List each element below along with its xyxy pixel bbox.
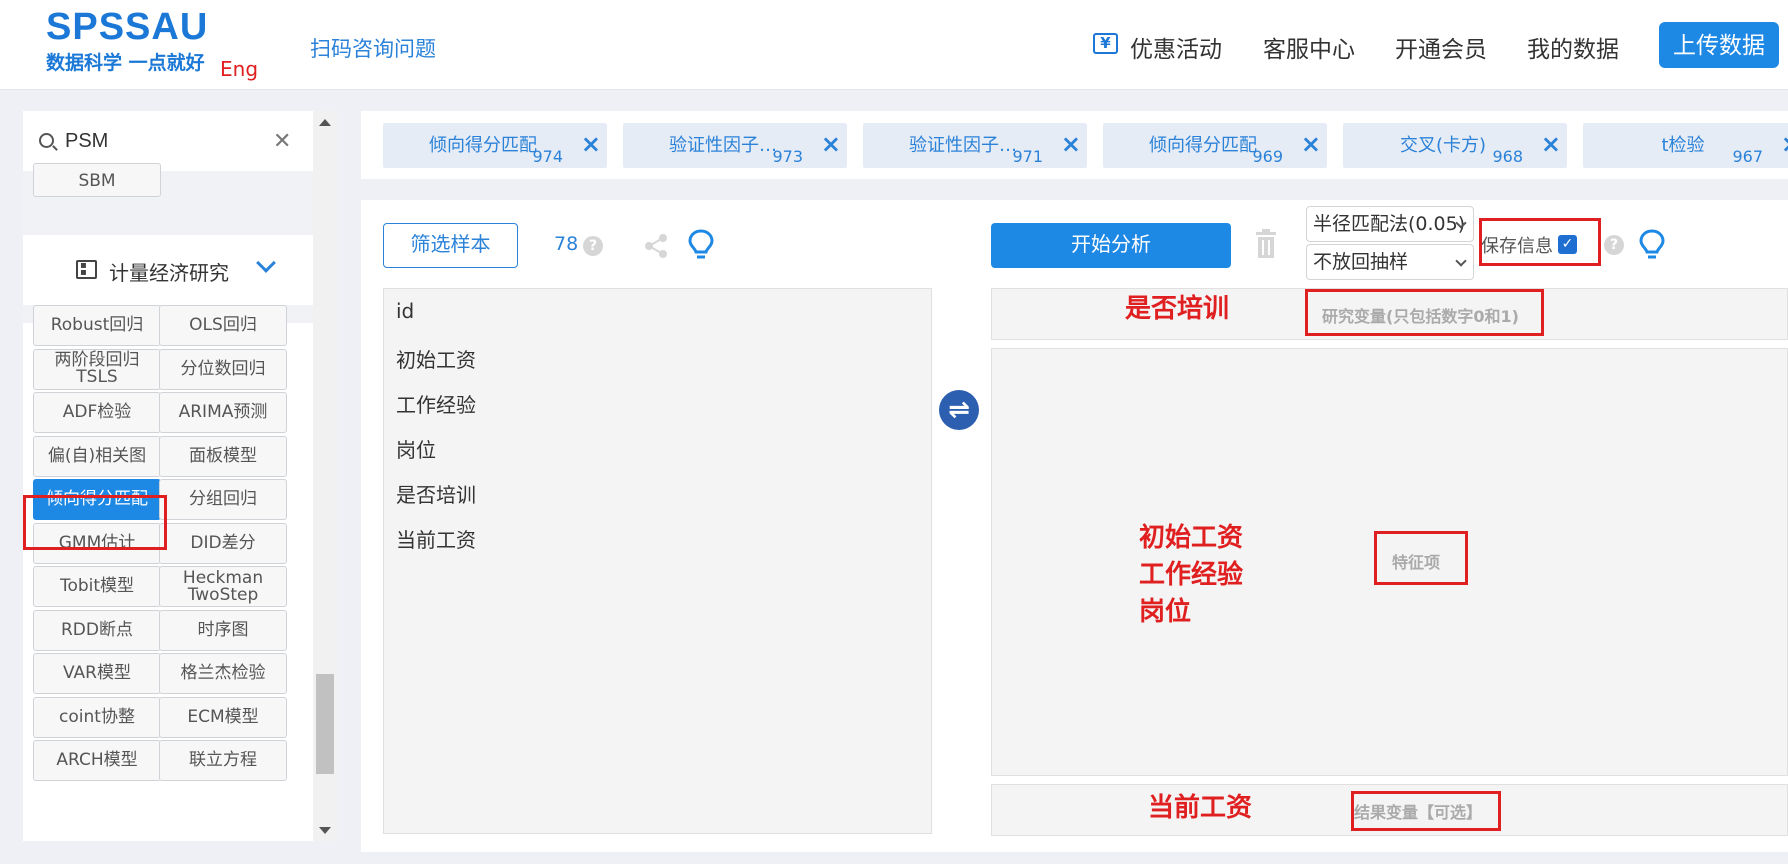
help-icon[interactable]: ? bbox=[583, 236, 603, 256]
method-button[interactable]: coint协整 bbox=[33, 696, 161, 738]
method-button[interactable]: 时序图 bbox=[159, 609, 287, 651]
history-tabs: 倾向得分匹配 974 × 验证性因子… 973 × 验证性因子… 971 × 倾向得分匹配 969 ×… bbox=[361, 111, 1788, 179]
lightbulb-icon[interactable] bbox=[688, 229, 714, 261]
annotation-feature-item: 初始工资 bbox=[1139, 523, 1244, 553]
method-button[interactable]: 两阶段回归 TSLS bbox=[33, 348, 161, 390]
method-button[interactable]: ARCH模型 bbox=[33, 740, 161, 781]
nav-my-data[interactable]: 我的数据 bbox=[1527, 30, 1619, 64]
coupon-icon: ¥ bbox=[1093, 33, 1118, 54]
history-tab[interactable]: 倾向得分匹配 974 × bbox=[383, 123, 607, 168]
method-button[interactable]: ECM模型 bbox=[159, 696, 287, 738]
variable-item[interactable]: 初始工资 bbox=[396, 344, 476, 373]
variable-item[interactable]: 当前工资 bbox=[396, 524, 476, 553]
category-header[interactable]: ▪ ▪ 计量经济研究 bbox=[23, 235, 313, 305]
history-tab[interactable]: 验证性因子… 973 × bbox=[623, 123, 847, 168]
close-icon[interactable]: × bbox=[581, 132, 601, 156]
history-tab[interactable]: 验证性因子… 971 × bbox=[863, 123, 1087, 168]
method-button[interactable]: VAR模型 bbox=[33, 653, 161, 694]
history-tab[interactable]: 交叉(卡方) 968 × bbox=[1343, 123, 1567, 168]
method-button[interactable]: RDD断点 bbox=[33, 609, 161, 651]
method-button[interactable]: 联立方程 bbox=[159, 740, 287, 781]
scan-consult-link[interactable]: 扫码咨询问题 bbox=[310, 33, 436, 63]
method-button[interactable]: Tobit模型 bbox=[33, 566, 161, 607]
method-button[interactable]: Heckman TwoStep bbox=[159, 566, 287, 607]
method-button[interactable]: 分组回归 bbox=[159, 479, 287, 520]
upload-data-button[interactable]: 上传数据 bbox=[1659, 22, 1779, 68]
calculator-icon: ▪ ▪ bbox=[76, 260, 97, 279]
close-icon[interactable]: × bbox=[1301, 132, 1321, 156]
variable-list[interactable]: id 初始工资工作经验岗位是否培训当前工资 bbox=[383, 288, 932, 834]
highlight-box-psm bbox=[23, 495, 167, 550]
close-icon[interactable]: × bbox=[821, 132, 841, 156]
tab-number: 967 bbox=[1732, 147, 1763, 166]
logo[interactable]: SPSSAU bbox=[46, 6, 208, 49]
method-button[interactable]: 偏(自)相关图 bbox=[33, 435, 161, 477]
method-button[interactable]: Robust回归 bbox=[33, 305, 161, 346]
tab-number: 974 bbox=[532, 147, 563, 166]
language-switch-link[interactable]: Eng bbox=[220, 57, 258, 81]
variable-item[interactable]: 是否培训 bbox=[396, 479, 476, 508]
method-button[interactable]: 格兰杰检验 bbox=[159, 653, 287, 694]
annotation-research: 是否培训 bbox=[1125, 294, 1230, 324]
nav-customer-service[interactable]: 客服中心 bbox=[1263, 30, 1355, 64]
method-button[interactable]: 面板模型 bbox=[159, 435, 287, 477]
tab-number: 968 bbox=[1492, 147, 1523, 166]
swap-arrows-icon[interactable]: ⇌ bbox=[939, 390, 979, 430]
sidebar-scrollbar[interactable] bbox=[313, 111, 337, 841]
tab-number: 973 bbox=[772, 147, 803, 166]
tab-number: 969 bbox=[1252, 147, 1283, 166]
help-icon[interactable]: ? bbox=[1604, 235, 1624, 255]
search-input[interactable] bbox=[65, 125, 265, 157]
chevron-down-icon bbox=[1455, 255, 1467, 267]
chevron-down-icon[interactable] bbox=[256, 253, 276, 273]
method-sidebar: ✕ SBM ▪ ▪ 计量经济研究 Robust回归OLS回归两阶段回归 TSLS… bbox=[23, 111, 313, 841]
history-tab[interactable]: 倾向得分匹配 969 × bbox=[1103, 123, 1327, 168]
annotation-feature-item: 工作经验 bbox=[1139, 560, 1244, 590]
history-tab[interactable]: t检验967× bbox=[1583, 123, 1788, 168]
sidebar-search: ✕ bbox=[23, 111, 313, 171]
tab-number: 971 bbox=[1012, 147, 1043, 166]
annotation-result: 当前工资 bbox=[1148, 793, 1253, 823]
clear-search-icon[interactable]: ✕ bbox=[273, 131, 295, 153]
trash-icon[interactable] bbox=[1254, 228, 1278, 260]
variable-item[interactable]: 工作经验 bbox=[396, 389, 476, 418]
variable-item[interactable]: 岗位 bbox=[396, 434, 436, 463]
top-header: SPSSAU 数据科学 一点就好 Eng 扫码咨询问题 ¥ 优惠活动 客服中心 … bbox=[0, 0, 1788, 90]
nav-promotions[interactable]: 优惠活动 bbox=[1130, 30, 1222, 64]
variable-item[interactable]: id bbox=[396, 299, 414, 323]
scroll-up-arrow-icon[interactable] bbox=[319, 119, 331, 126]
scrollbar-thumb[interactable] bbox=[316, 674, 334, 774]
highlight-box-save bbox=[1479, 218, 1601, 266]
close-icon[interactable]: × bbox=[1781, 132, 1788, 156]
matching-method-value: 半径匹配法(0.05) bbox=[1313, 213, 1466, 235]
sample-count: 78 bbox=[554, 233, 579, 255]
close-icon[interactable]: × bbox=[1541, 132, 1561, 156]
method-button[interactable]: 分位数回归 bbox=[159, 348, 287, 390]
highlight-box-result bbox=[1351, 791, 1501, 831]
scroll-down-arrow-icon[interactable] bbox=[319, 827, 331, 834]
method-button[interactable]: ARIMA预测 bbox=[159, 392, 287, 433]
start-analysis-button[interactable]: 开始分析 bbox=[991, 223, 1231, 268]
category-label: 计量经济研究 bbox=[109, 261, 229, 285]
method-button[interactable]: OLS回归 bbox=[159, 305, 287, 346]
lightbulb-icon[interactable] bbox=[1639, 229, 1665, 261]
nav-membership[interactable]: 开通会员 bbox=[1395, 30, 1487, 64]
share-icon[interactable] bbox=[642, 232, 670, 260]
sampling-value: 不放回抽样 bbox=[1313, 251, 1409, 273]
annotation-feature-item: 岗位 bbox=[1139, 597, 1192, 627]
logo-tagline: 数据科学 一点就好 bbox=[46, 52, 205, 74]
highlight-box-research bbox=[1305, 289, 1544, 336]
method-button-sbm[interactable]: SBM bbox=[33, 163, 161, 197]
sampling-select[interactable]: 不放回抽样 bbox=[1306, 244, 1474, 280]
highlight-box-feature bbox=[1374, 531, 1468, 585]
matching-method-select[interactable]: 半径匹配法(0.05) bbox=[1306, 206, 1474, 242]
search-icon bbox=[39, 133, 54, 148]
method-button[interactable]: DID差分 bbox=[159, 522, 287, 564]
method-button[interactable]: ADF检验 bbox=[33, 392, 161, 433]
filter-sample-button[interactable]: 筛选样本 bbox=[383, 223, 518, 268]
close-icon[interactable]: × bbox=[1061, 132, 1081, 156]
analysis-panel: 筛选样本 78 ? id 初始工资 工作经验 岗位 是否培训 当前工资 ⇌ 开始分析 半径… bbox=[361, 200, 1788, 852]
